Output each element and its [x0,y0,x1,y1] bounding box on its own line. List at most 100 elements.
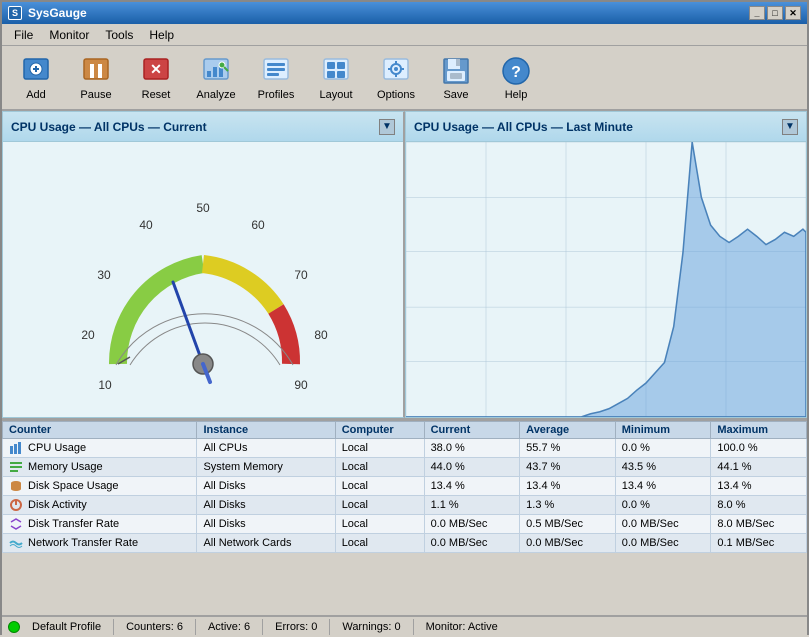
options-icon [380,55,412,87]
minimize-button[interactable]: _ [749,6,765,20]
cell-computer: Local [335,476,424,495]
cell-instance: All CPUs [197,438,335,457]
table-row: Disk Transfer Rate All Disks Local 0.0 M… [3,514,807,533]
gauge-current-header: CPU Usage — All CPUs — Current ▼ [3,112,403,142]
window-title: SysGauge [28,6,87,20]
cell-current: 13.4 % [424,476,520,495]
active-status: Active: 6 [208,621,250,633]
svg-text:30: 30 [97,268,111,282]
cell-computer: Local [335,457,424,476]
gauge-current-panel: CPU Usage — All CPUs — Current ▼ 50 40 3… [2,111,405,418]
cell-current: 0.0 MB/Sec [424,514,520,533]
chart-area [406,142,806,417]
svg-text:10: 10 [98,378,112,392]
monitor-status: Monitor: Active [426,621,498,633]
menu-file[interactable]: File [6,26,41,44]
add-icon [20,55,52,87]
warnings-status: Warnings: 0 [342,621,400,633]
svg-text:✕: ✕ [150,61,162,77]
cell-counter: Disk Activity [3,495,197,514]
svg-text:90: 90 [294,378,308,392]
svg-text:20: 20 [81,328,95,342]
cell-maximum: 8.0 MB/Sec [711,514,807,533]
save-button[interactable]: Save [428,50,484,106]
col-minimum: Minimum [615,421,711,438]
reset-icon: ✕ [140,55,172,87]
table-row: CPU Usage All CPUs Local 38.0 % 55.7 % 0… [3,438,807,457]
save-label: Save [443,89,468,101]
cell-average: 55.7 % [520,438,616,457]
status-led [8,621,20,633]
status-bar: Default Profile Counters: 6 Active: 6 Er… [2,615,807,637]
close-button[interactable]: ✕ [785,6,801,20]
gauge-svg: 50 40 30 60 70 20 80 10 90 0 100 [58,164,348,394]
status-sep-3 [262,619,263,635]
status-sep-2 [195,619,196,635]
cell-instance: All Disks [197,476,335,495]
cell-current: 0.0 MB/Sec [424,533,520,552]
cell-maximum: 100.0 % [711,438,807,457]
table-row: Memory Usage System Memory Local 44.0 % … [3,457,807,476]
cell-maximum: 0.1 MB/Sec [711,533,807,552]
title-bar: S SysGauge _ □ ✕ [2,2,807,24]
col-maximum: Maximum [711,421,807,438]
table-header: Counter Instance Computer Current Averag… [3,421,807,438]
col-instance: Instance [197,421,335,438]
analyze-button[interactable]: Analyze [188,50,244,106]
errors-status: Errors: 0 [275,621,317,633]
row-icon [9,441,23,455]
add-button[interactable]: Add [8,50,64,106]
profiles-button[interactable]: Profiles [248,50,304,106]
options-button[interactable]: Options [368,50,424,106]
cell-counter: Network Transfer Rate [3,533,197,552]
cell-counter: Memory Usage [3,457,197,476]
help-icon: ? [500,55,532,87]
maximize-button[interactable]: □ [767,6,783,20]
row-icon [9,460,23,474]
cell-minimum: 13.4 % [615,476,711,495]
pause-button[interactable]: Pause [68,50,124,106]
data-table: Counter Instance Computer Current Averag… [2,420,807,615]
menu-monitor[interactable]: Monitor [41,26,97,44]
row-icon [9,498,23,512]
main-content: CPU Usage — All CPUs — Current ▼ 50 40 3… [2,111,807,615]
gauge-current-dropdown[interactable]: ▼ [379,119,395,135]
cell-minimum: 0.0 % [615,438,711,457]
menu-help[interactable]: Help [141,26,182,44]
table-row: Disk Space Usage All Disks Local 13.4 % … [3,476,807,495]
svg-text:40: 40 [139,218,153,232]
table-row: Network Transfer Rate All Network Cards … [3,533,807,552]
options-label: Options [377,89,415,101]
cell-instance: All Network Cards [197,533,335,552]
reset-label: Reset [142,89,171,101]
cell-minimum: 0.0 MB/Sec [615,533,711,552]
cell-computer: Local [335,533,424,552]
svg-text:60: 60 [251,218,265,232]
chart-area-fill [406,142,806,417]
gauge-lastminute-title: CPU Usage — All CPUs — Last Minute [414,120,633,134]
svg-text:70: 70 [294,268,308,282]
save-icon [440,55,472,87]
row-icon [9,517,23,531]
analyze-icon [200,55,232,87]
cell-minimum: 0.0 MB/Sec [615,514,711,533]
cell-average: 43.7 % [520,457,616,476]
col-computer: Computer [335,421,424,438]
reset-button[interactable]: ✕ Reset [128,50,184,106]
status-sep-1 [113,619,114,635]
layout-button[interactable]: Layout [308,50,364,106]
col-average: Average [520,421,616,438]
cell-counter: CPU Usage [3,438,197,457]
cell-average: 13.4 % [520,476,616,495]
gauge-lastminute-dropdown[interactable]: ▼ [782,119,798,135]
profiles-icon [260,55,292,87]
menu-tools[interactable]: Tools [97,26,141,44]
gauge-area: CPU Usage — All CPUs — Current ▼ 50 40 3… [2,111,807,420]
svg-text:?: ? [511,64,521,81]
cell-maximum: 13.4 % [711,476,807,495]
help-button[interactable]: ? Help [488,50,544,106]
svg-text:50: 50 [196,201,210,215]
status-sep-5 [413,619,414,635]
cell-current: 38.0 % [424,438,520,457]
row-icon [9,536,23,550]
